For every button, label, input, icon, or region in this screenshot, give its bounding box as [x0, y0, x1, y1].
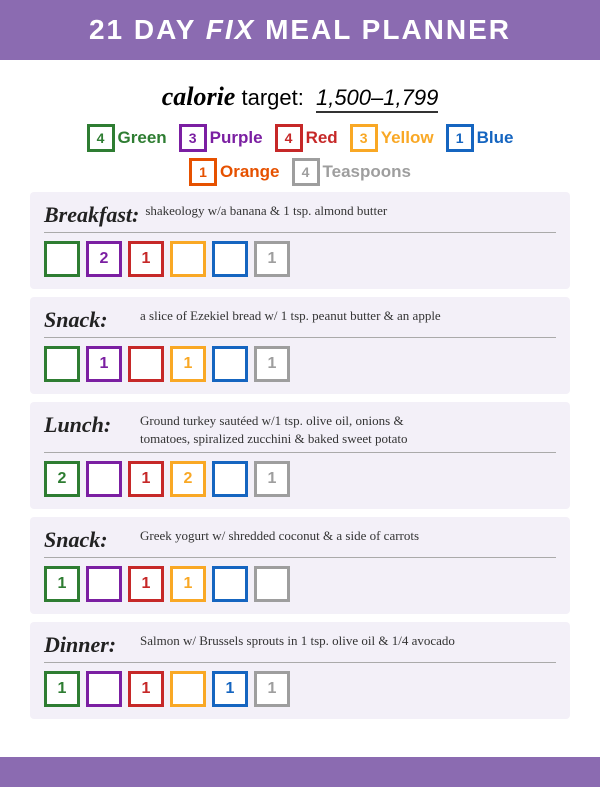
dinner-boxes: 1 1 1 1: [44, 671, 556, 707]
page-title: 21 DAY FIX MEAL PLANNER: [20, 14, 580, 46]
dinner-section: Dinner: Salmon w/ Brussels sprouts in 1 …: [30, 622, 570, 719]
snack1-purple-box: 1: [86, 346, 122, 382]
orange-box-count: 1: [189, 158, 217, 186]
snack1-yellow-box: 1: [170, 346, 206, 382]
breakfast-blue-box: [212, 241, 248, 277]
dinner-red-box: 1: [128, 671, 164, 707]
snack2-boxes: 1 1 1: [44, 566, 556, 602]
dinner-gray-box: 1: [254, 671, 290, 707]
green-box-count: 4: [87, 124, 115, 152]
container-red: 4 Red: [275, 124, 338, 152]
breakfast-header: Breakfast: shakeology w/a banana & 1 tsp…: [44, 202, 556, 233]
snack1-boxes: 1 1 1: [44, 346, 556, 382]
dinner-label: Dinner:: [44, 632, 134, 658]
snack2-red-box: 1: [128, 566, 164, 602]
lunch-purple-box: [86, 461, 122, 497]
snack2-green-box: 1: [44, 566, 80, 602]
page-header: 21 DAY FIX MEAL PLANNER: [0, 0, 600, 60]
lunch-blue-box: [212, 461, 248, 497]
breakfast-gray-box: 1: [254, 241, 290, 277]
lunch-gray-box: 1: [254, 461, 290, 497]
title-text-2: MEAL PLANNER: [255, 14, 511, 45]
snack2-yellow-box: 1: [170, 566, 206, 602]
snack2-purple-box: [86, 566, 122, 602]
lunch-boxes: 2 1 2 1: [44, 461, 556, 497]
orange-label: Orange: [220, 162, 280, 182]
main-content: calorie target: 1,500–1,799 4 Green 3 Pu…: [0, 60, 600, 747]
yellow-box-count: 3: [350, 124, 378, 152]
yellow-label: Yellow: [381, 128, 434, 148]
target-label: target:: [241, 85, 303, 110]
snack1-section: Snack: a slice of Ezekiel bread w/ 1 tsp…: [30, 297, 570, 394]
snack1-blue-box: [212, 346, 248, 382]
breakfast-red-box: 1: [128, 241, 164, 277]
snack1-green-box: [44, 346, 80, 382]
title-text-1: 21 DAY: [89, 14, 206, 45]
snack2-gray-box: [254, 566, 290, 602]
breakfast-yellow-box: [170, 241, 206, 277]
dinner-green-box: 1: [44, 671, 80, 707]
snack2-blue-box: [212, 566, 248, 602]
dinner-purple-box: [86, 671, 122, 707]
breakfast-section: Breakfast: shakeology w/a banana & 1 tsp…: [30, 192, 570, 289]
red-label: Red: [306, 128, 338, 148]
dinner-blue-box: 1: [212, 671, 248, 707]
red-box-count: 4: [275, 124, 303, 152]
purple-label: Purple: [210, 128, 263, 148]
teaspoons-box-count: 4: [292, 158, 320, 186]
snack1-description: a slice of Ezekiel bread w/ 1 tsp. peanu…: [140, 307, 441, 325]
container-counts-row1: 4 Green 3 Purple 4 Red 3 Yellow 1 Blue: [30, 124, 570, 152]
container-counts-row2: 1 Orange 4 Teaspoons: [30, 158, 570, 186]
dinner-description: Salmon w/ Brussels sprouts in 1 tsp. oli…: [140, 632, 455, 650]
container-yellow: 3 Yellow: [350, 124, 434, 152]
breakfast-boxes: 2 1 1: [44, 241, 556, 277]
snack1-gray-box: 1: [254, 346, 290, 382]
snack2-header: Snack: Greek yogurt w/ shredded coconut …: [44, 527, 556, 558]
container-purple: 3 Purple: [179, 124, 263, 152]
teaspoons-label: Teaspoons: [323, 162, 411, 182]
snack2-section: Snack: Greek yogurt w/ shredded coconut …: [30, 517, 570, 614]
blue-label: Blue: [477, 128, 514, 148]
breakfast-label: Breakfast:: [44, 202, 139, 228]
lunch-yellow-box: 2: [170, 461, 206, 497]
lunch-header: Lunch: Ground turkey sautéed w/1 tsp. ol…: [44, 412, 556, 453]
blue-box-count: 1: [446, 124, 474, 152]
lunch-green-box: 2: [44, 461, 80, 497]
green-label: Green: [118, 128, 167, 148]
dinner-yellow-box: [170, 671, 206, 707]
breakfast-green-box: [44, 241, 80, 277]
purple-box-count: 3: [179, 124, 207, 152]
lunch-description: Ground turkey sautéed w/1 tsp. olive oil…: [140, 412, 408, 448]
footer-bar: [0, 757, 600, 787]
lunch-label: Lunch:: [44, 412, 134, 438]
title-fix: FIX: [206, 14, 256, 45]
calorie-target-section: calorie target: 1,500–1,799: [30, 82, 570, 112]
breakfast-description: shakeology w/a banana & 1 tsp. almond bu…: [145, 202, 387, 220]
lunch-section: Lunch: Ground turkey sautéed w/1 tsp. ol…: [30, 402, 570, 509]
target-value: 1,500–1,799: [316, 85, 438, 113]
snack1-red-box: [128, 346, 164, 382]
calorie-word: calorie: [162, 82, 236, 111]
container-orange: 1 Orange: [189, 158, 280, 186]
snack2-description: Greek yogurt w/ shredded coconut & a sid…: [140, 527, 419, 545]
container-green: 4 Green: [87, 124, 167, 152]
snack1-header: Snack: a slice of Ezekiel bread w/ 1 tsp…: [44, 307, 556, 338]
lunch-red-box: 1: [128, 461, 164, 497]
snack2-label: Snack:: [44, 527, 134, 553]
dinner-header: Dinner: Salmon w/ Brussels sprouts in 1 …: [44, 632, 556, 663]
container-teaspoons: 4 Teaspoons: [292, 158, 411, 186]
breakfast-purple-box: 2: [86, 241, 122, 277]
snack1-label: Snack:: [44, 307, 134, 333]
container-blue: 1 Blue: [446, 124, 514, 152]
